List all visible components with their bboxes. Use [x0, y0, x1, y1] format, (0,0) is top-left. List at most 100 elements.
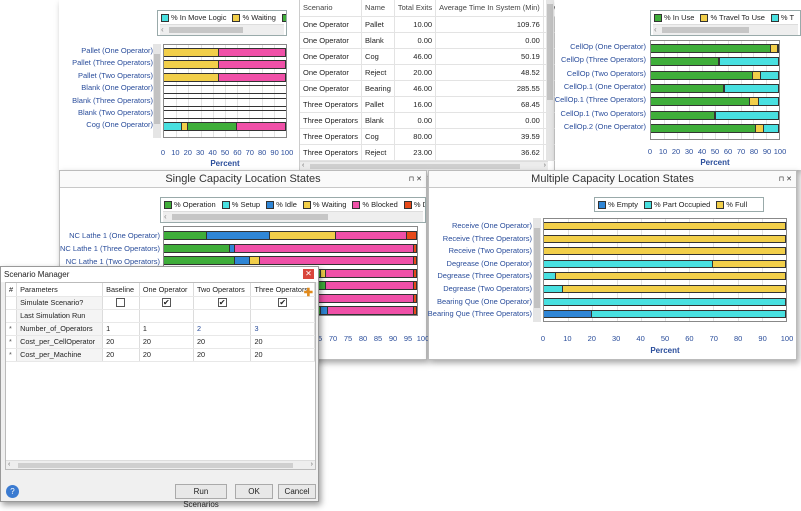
multiple-capacity-vertical-scrollbar[interactable]: [533, 218, 541, 322]
legend-swatch: [700, 13, 709, 22]
table-vertical-scrollbar[interactable]: [546, 0, 554, 160]
bar-segment: [320, 307, 329, 314]
bar-segment: [414, 282, 417, 289]
grid-cell-three[interactable]: 3: [250, 322, 315, 336]
table-row[interactable]: One Operator Reject 20.00 48.52: [300, 64, 579, 81]
column-header[interactable]: Name: [361, 0, 395, 17]
grid-cell-three[interactable]: 20: [250, 348, 315, 362]
grid-cell-text: *: [9, 350, 12, 359]
panel-window-controls[interactable]: ⊓ ✕: [779, 171, 792, 188]
table-cell: 285.55: [435, 80, 544, 97]
legend-swatch: [161, 13, 169, 22]
dialog-close-button[interactable]: ✕: [303, 269, 314, 279]
column-header[interactable]: Average Time In System (Min): [435, 0, 544, 17]
table-row[interactable]: Three Operators Blank 0.00 0.00: [300, 112, 579, 129]
grid-cell-two[interactable]: 20: [193, 335, 252, 349]
grid-cell-baseline[interactable]: 20: [102, 348, 140, 362]
legend-swatch: [302, 200, 311, 209]
grid-row[interactable]: * Cost_per_Machine 20 20 20 20: [6, 348, 315, 362]
grid-cell-one[interactable]: [139, 309, 194, 323]
run-scenarios-button[interactable]: Run Scenarios: [175, 484, 227, 509]
grid-column-header[interactable]: Two Operators: [193, 283, 252, 297]
category-label: CellOp.1 (Two Operators): [560, 108, 646, 118]
grid-cell-three[interactable]: 20: [250, 335, 315, 349]
table-row[interactable]: One Operator Pallet 10.00 109.76: [300, 16, 579, 33]
grid-column-header[interactable]: Baseline: [102, 283, 140, 297]
grid-column-header[interactable]: One Operator: [139, 283, 194, 297]
grid-row[interactable]: * Number_of_Operators 1 1 2 3: [6, 322, 315, 336]
grid-cell-one[interactable]: 20: [139, 335, 194, 349]
legend-label: % Waiting: [242, 13, 276, 22]
multiple-capacity-legend[interactable]: % Empty % Part Occupied % Full: [594, 197, 764, 212]
simulate-checkbox[interactable]: [116, 298, 126, 308]
grid-cell-text: 20: [142, 350, 151, 359]
category-label: Pallet (Three Operators): [72, 58, 153, 68]
top-left-category-labels: Pallet (One Operator) Pallet (Three Opera…: [59, 44, 153, 138]
legend-scrollbar[interactable]: ‹: [653, 24, 798, 35]
legend-scrollbar[interactable]: ‹: [160, 24, 284, 35]
top-left-vertical-scrollbar[interactable]: [153, 44, 161, 138]
grid-column-header[interactable]: #: [6, 283, 18, 297]
grid-cell-mark: *: [6, 335, 18, 349]
bar-segment: [758, 98, 779, 106]
category-label: Degrease (One Operator): [446, 258, 532, 268]
legend-item: % Full: [716, 200, 747, 209]
grid-row[interactable]: Simulate Scenario? ✔ ✔ ✔: [6, 296, 315, 310]
grid-cell-two[interactable]: [193, 309, 252, 323]
top-left-legend[interactable]: % In Move Logic % Waiting ‹: [157, 10, 287, 36]
grid-cell-baseline[interactable]: 20: [102, 335, 140, 349]
table-cell: One Operator: [300, 48, 363, 65]
legend-label: % In Move Logic: [171, 13, 227, 22]
table-row[interactable]: Three Operators Reject 23.00 36.62: [300, 144, 579, 161]
bar-segment: [218, 73, 286, 81]
grid-cell-one[interactable]: ✔: [139, 296, 194, 310]
column-header[interactable]: Total Exits: [394, 0, 437, 17]
column-header[interactable]: Scenario: [300, 0, 363, 17]
grid-cell-baseline[interactable]: [102, 309, 140, 323]
top-left-x-ticks: 0 10 20 30 40 50 60 70 80 90 100: [161, 148, 293, 158]
grid-cell-two[interactable]: 20: [193, 348, 252, 362]
cancel-button[interactable]: Cancel: [278, 484, 316, 499]
category-label: CellOp.1 (One Operator): [563, 81, 646, 91]
category-label: Blank (Two Operators): [77, 108, 153, 117]
grid-cell-one[interactable]: 1: [139, 322, 194, 336]
simulate-checkbox[interactable]: ✔: [161, 298, 171, 308]
bar-segment: [720, 58, 779, 66]
bar-segment: [763, 124, 779, 132]
single-capacity-legend[interactable]: % Operation % Setup % Idle % Waiting % Block…: [160, 197, 426, 223]
single-capacity-title: Single Capacity Location States: [165, 173, 321, 185]
grid-cell-baseline[interactable]: 1: [102, 322, 140, 336]
table-row[interactable]: One Operator Bearing 46.00 285.55: [300, 80, 579, 97]
add-scenario-icon[interactable]: ✚: [304, 286, 313, 299]
table-row[interactable]: Three Operators Pallet 16.00 68.45: [300, 96, 579, 113]
panel-window-controls[interactable]: ⊓ ✕: [409, 171, 422, 188]
bar-segment: [164, 257, 235, 264]
grid-cell-baseline[interactable]: [102, 296, 140, 310]
grid-cell-two[interactable]: 2: [193, 322, 252, 336]
grid-row[interactable]: * Cost_per_CellOperator 20 20 20 20: [6, 335, 315, 349]
grid-header-row: # Parameters Baseline One Operator Two Opera…: [6, 283, 315, 297]
grid-cell-two[interactable]: ✔: [193, 296, 252, 310]
table-row[interactable]: Three Operators Cog 80.00 39.59: [300, 128, 579, 145]
grid-column-header[interactable]: Parameters: [16, 283, 104, 297]
bar-segment: [164, 232, 207, 239]
table-cell: 23.00: [394, 144, 437, 161]
table-row[interactable]: One Operator Cog 46.00 50.19: [300, 48, 579, 65]
grid-row[interactable]: Last Simulation Run: [6, 309, 315, 323]
ok-button[interactable]: OK: [235, 484, 273, 499]
simulate-checkbox[interactable]: ✔: [278, 298, 288, 308]
simulate-checkbox[interactable]: ✔: [217, 298, 227, 308]
table-cell: Three Operators: [300, 112, 363, 129]
legend-scrollbar[interactable]: ‹: [163, 211, 423, 222]
table-horizontal-scrollbar[interactable]: ‹ ›: [300, 161, 548, 170]
x-tick-label: 100: [780, 334, 794, 343]
multiple-capacity-panel: Multiple Capacity Location States ⊓ ✕ % …: [428, 170, 797, 360]
grid-cell-one[interactable]: 20: [139, 348, 194, 362]
x-tick-label: 70: [328, 334, 338, 343]
grid-horizontal-scrollbar[interactable]: ‹ ›: [6, 460, 315, 469]
bar-segment: [544, 286, 564, 292]
top-right-legend[interactable]: % In Use % Travel To Use % T ‹: [650, 10, 801, 36]
help-icon[interactable]: ?: [6, 485, 19, 498]
table-row[interactable]: One Operator Blank 0.00 0.00: [300, 32, 579, 49]
grid-cell-three[interactable]: [250, 309, 315, 323]
